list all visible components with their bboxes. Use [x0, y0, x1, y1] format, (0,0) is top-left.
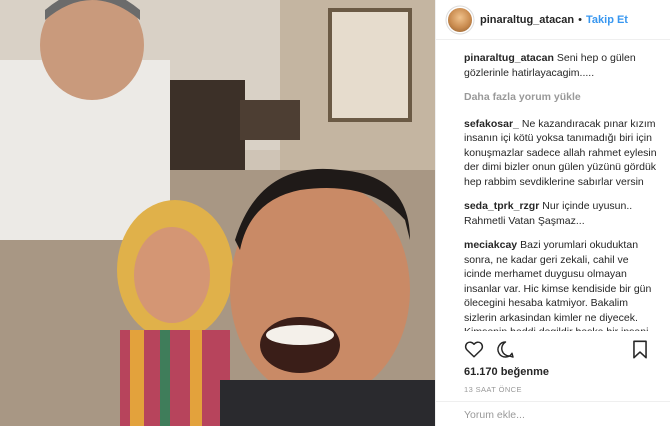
comment-username[interactable]: sefakosar_: [464, 118, 519, 130]
post-photo[interactable]: [0, 0, 435, 426]
follow-button[interactable]: Takip Et: [586, 14, 628, 26]
comment-username[interactable]: meciakcay: [464, 239, 517, 251]
caption-comment: pinaraltug_atacan Seni hep o gülen gözler…: [464, 51, 658, 80]
comment-username[interactable]: pinaraltug_atacan: [464, 52, 554, 64]
header-username[interactable]: pinaraltug_atacan: [480, 14, 574, 26]
comment-username[interactable]: seda_tprk_rzgr: [464, 200, 539, 212]
post-side-panel: pinaraltug_atacan • Takip Et pinaraltug_…: [435, 0, 670, 426]
heart-icon[interactable]: [464, 340, 484, 358]
list-item: sefakosar_ Ne kazandıracak pınar kızım in…: [464, 117, 658, 190]
bookmark-icon[interactable]: [632, 340, 648, 359]
list-item: seda_tprk_rzgr Nur içinde uyusun.. Rahmet…: [464, 199, 658, 228]
comments-list[interactable]: pinaraltug_atacan Seni hep o gülen gözler…: [436, 41, 670, 331]
post-timestamp: 13 SAAT ÖNCE: [464, 385, 522, 394]
action-bar: [464, 338, 660, 360]
add-comment-field[interactable]: Yorum ekle...: [436, 401, 670, 426]
likes-count[interactable]: 61.170 beğenme: [464, 366, 549, 378]
comment-text: Bazi yorumlari okuduktan sonra, ne kadar…: [464, 239, 652, 331]
header-separator: •: [578, 13, 582, 26]
list-item: meciakcay Bazi yorumlari okuduktan sonra,…: [464, 238, 658, 331]
comment-icon[interactable]: [496, 340, 515, 359]
load-more-comments-button[interactable]: Daha fazla yorum yükle: [464, 90, 658, 105]
post-header: pinaraltug_atacan • Takip Et: [436, 0, 670, 40]
avatar[interactable]: [448, 7, 472, 32]
add-comment-placeholder: Yorum ekle...: [464, 409, 525, 421]
photo-illustration: [0, 0, 435, 426]
